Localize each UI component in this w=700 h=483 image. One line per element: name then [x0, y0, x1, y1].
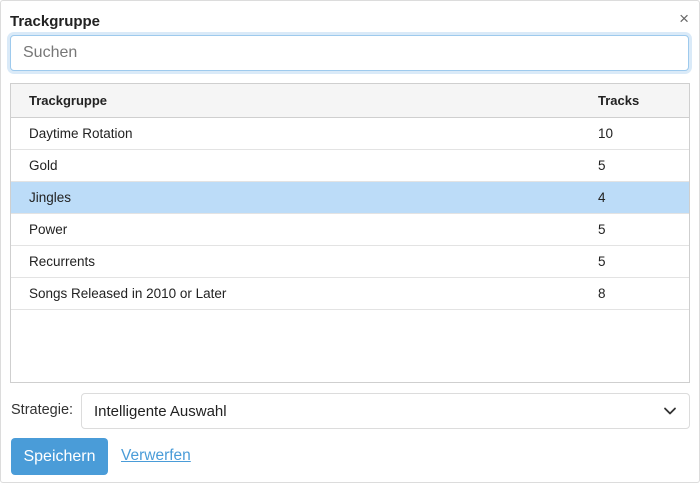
cell-tracks: 5 — [598, 254, 606, 269]
cell-trackgruppe: Daytime Rotation — [29, 126, 133, 141]
save-button[interactable]: Speichern — [11, 438, 108, 475]
table-header: Trackgruppe Tracks — [11, 84, 689, 118]
cell-trackgruppe: Jingles — [29, 190, 72, 205]
cell-tracks: 8 — [598, 286, 606, 301]
cell-tracks: 5 — [598, 222, 606, 237]
table-row[interactable]: Recurrents 5 — [11, 246, 689, 278]
cell-trackgruppe: Recurrents — [29, 254, 96, 269]
cell-tracks: 5 — [598, 158, 606, 173]
strategy-selected-value: Intelligente Auswahl — [94, 402, 227, 420]
cell-trackgruppe: Songs Released in 2010 or Later — [29, 286, 227, 301]
cell-trackgruppe: Power — [29, 222, 68, 237]
trackgroup-table: Trackgruppe Tracks Daytime Rotation 10 G… — [10, 83, 690, 383]
column-header-tracks[interactable]: Tracks — [580, 93, 639, 108]
chevron-down-icon — [664, 407, 676, 415]
strategy-label: Strategie: — [11, 402, 74, 418]
table-row[interactable]: Daytime Rotation 10 — [11, 118, 689, 150]
column-header-trackgruppe[interactable]: Trackgruppe — [11, 93, 580, 108]
table-row[interactable]: Jingles 4 — [11, 182, 689, 214]
table-row[interactable]: Songs Released in 2010 or Later 8 — [11, 278, 689, 310]
table-row[interactable]: Power 5 — [11, 214, 689, 246]
trackgruppe-dialog: Trackgruppe × Trackgruppe Tracks Daytime… — [0, 0, 700, 483]
dialog-title: Trackgruppe — [10, 13, 101, 30]
discard-link[interactable]: Verwerfen — [121, 447, 191, 465]
strategy-select[interactable]: Intelligente Auswahl — [81, 393, 690, 429]
search-input[interactable] — [10, 35, 689, 71]
cell-tracks: 10 — [598, 126, 614, 141]
close-icon[interactable]: × — [679, 10, 689, 27]
table-row[interactable]: Gold 5 — [11, 150, 689, 182]
cell-tracks: 4 — [598, 190, 606, 205]
cell-trackgruppe: Gold — [29, 158, 58, 173]
